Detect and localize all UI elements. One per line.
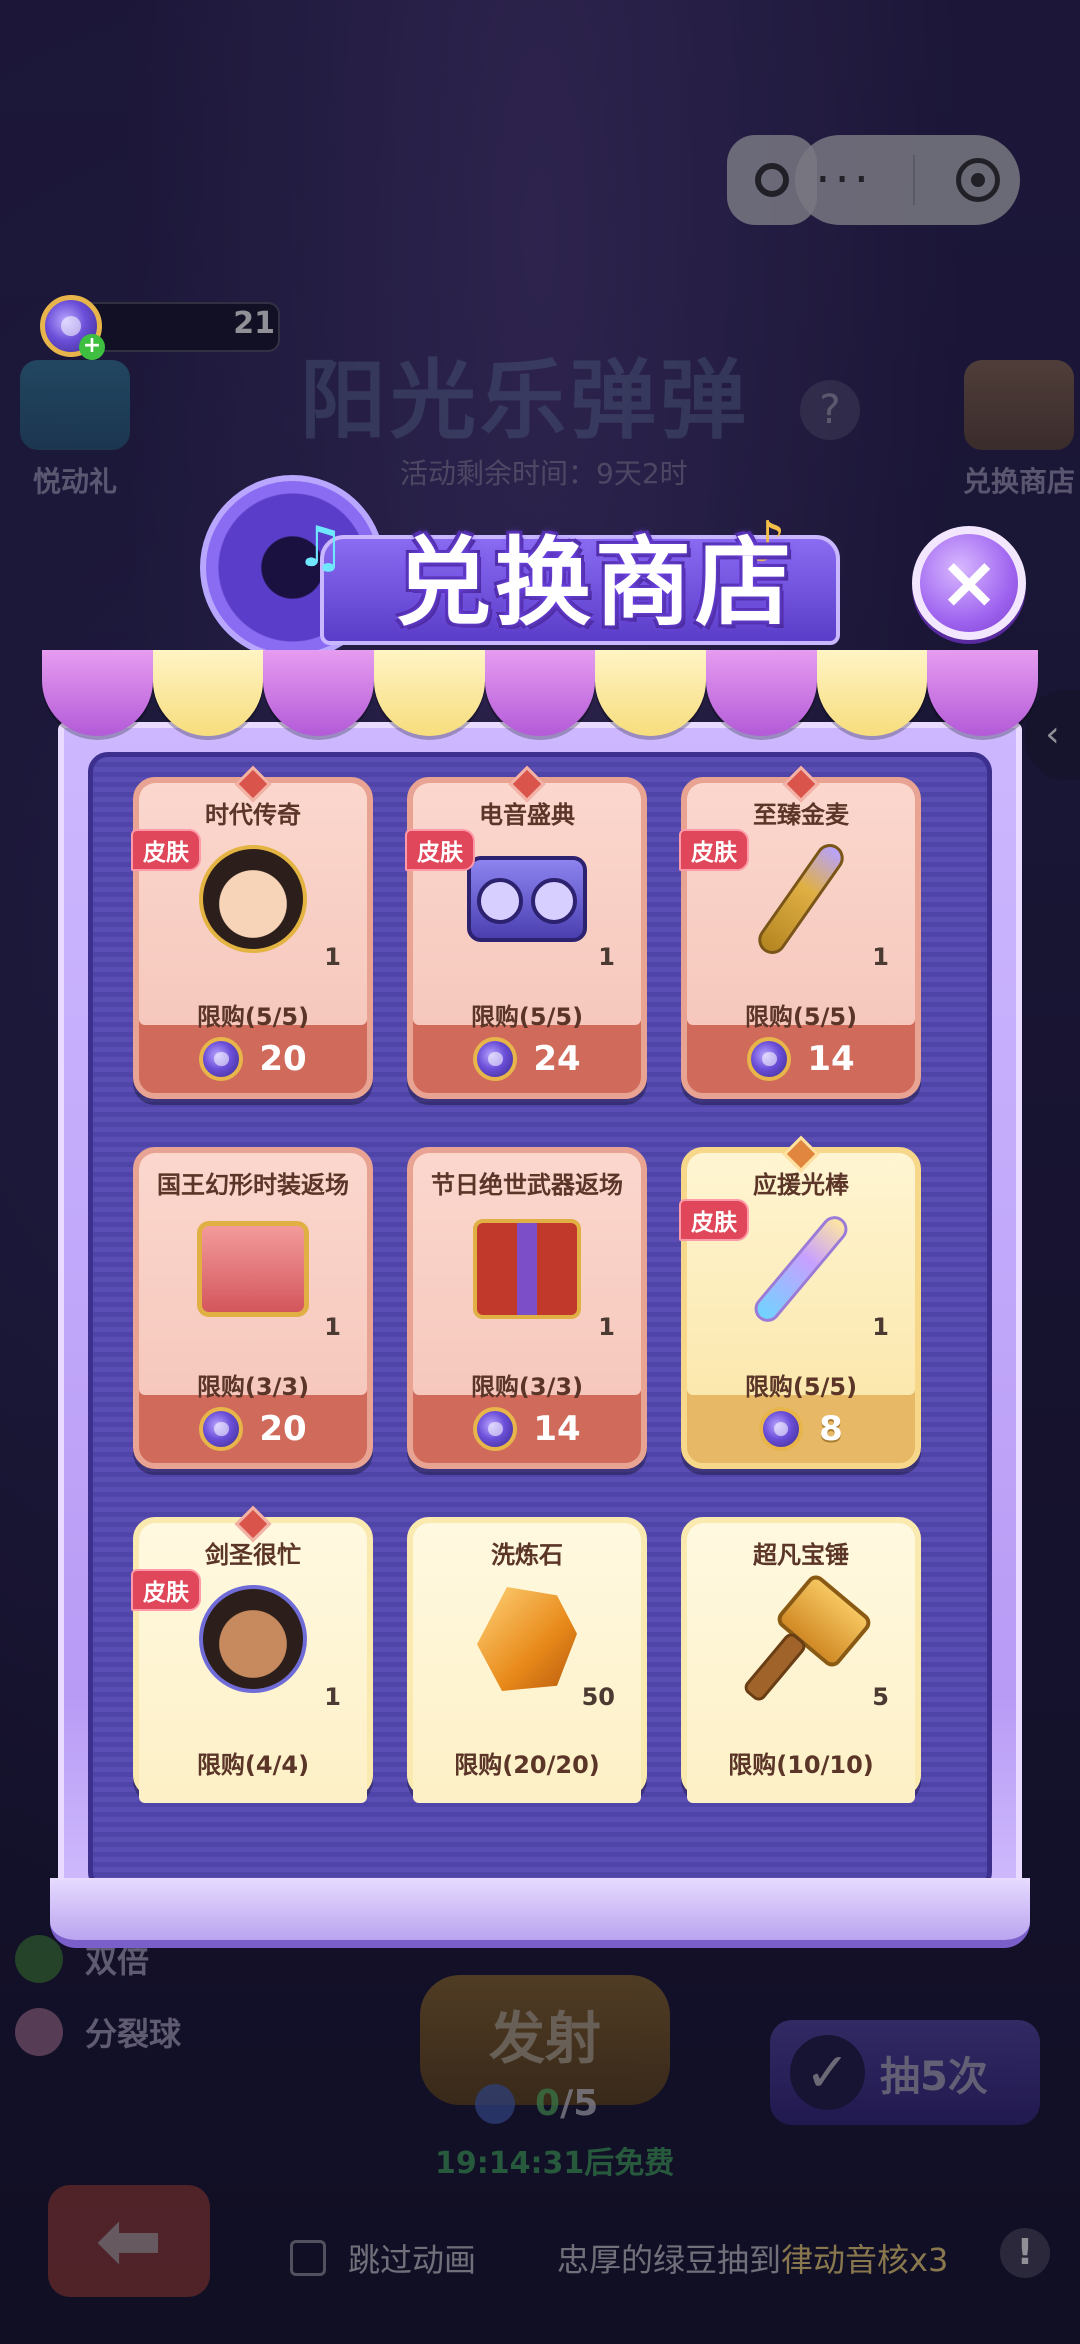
avatar-crown-icon [189,835,317,963]
close-button[interactable]: × [912,526,1026,640]
price-value: 20 [259,1409,307,1449]
shop-title: 兑换商店 [395,527,795,639]
purchase-limit: 限购(4/4) [196,1751,310,1779]
shop-awning [42,650,1039,736]
plus-icon: + [79,334,105,360]
item-quantity: 1 [324,1683,341,1711]
item-name: 洗炼石 [491,1541,563,1569]
item-quantity: 50 [581,1683,615,1711]
hammer-icon [737,1575,865,1703]
purchase-limit: 限购(10/10) [728,1751,874,1779]
shop-item-card[interactable]: 至臻金麦 皮肤 1 限购(5/5) 14 [679,765,921,1099]
shop-item-card[interactable]: 超凡宝锤 5 限购(10/10) [681,1517,921,1803]
microphone-icon [737,835,865,963]
shop-item-area[interactable]: 时代传奇 皮肤 1 限购(5/5) 20 电音盛典 皮肤 1 限购(5/5) 24 至臻金麦 皮肤… [88,752,992,1892]
awning-segment [595,650,707,736]
price-button[interactable]: 8 [687,1401,915,1457]
awning-segment [42,650,153,736]
item-quantity: 1 [324,943,341,971]
awning-segment [927,650,1039,736]
gem-icon [747,1037,792,1081]
purchase-limit: 限购(20/20) [454,1751,600,1779]
awning-segment [816,650,928,736]
cabinet-base [50,1878,1030,1948]
item-name: 电音盛典 [479,801,575,829]
gem-icon: + [40,295,105,360]
price-button[interactable]: 14 [687,1031,915,1087]
price-button[interactable]: 20 [139,1031,367,1087]
stone-icon [463,1575,591,1703]
shop-item-card[interactable]: 电音盛典 皮肤 1 限购(5/5) 24 [405,765,647,1099]
chest-icon [189,1205,317,1333]
shop-item-card[interactable]: 洗炼石 50 限购(20/20) [407,1517,647,1803]
skin-tag: 皮肤 [131,1569,201,1611]
purchase-limit: 限购(3/3) [196,1373,310,1401]
purchase-limit: 限购(3/3) [470,1373,584,1401]
item-quantity: 1 [324,1313,341,1341]
item-name: 应援光棒 [753,1171,849,1199]
awning-segment [263,650,375,736]
awning-segment [706,650,817,736]
price-value: 20 [259,1039,307,1079]
purchase-limit: 限购(5/5) [744,1003,858,1031]
skin-tag: 皮肤 [679,1199,749,1241]
item-name: 剑圣很忙 [205,1541,301,1569]
item-name: 超凡宝锤 [753,1541,849,1569]
price-value: 14 [533,1409,581,1449]
purchase-limit: 限购(5/5) [744,1373,858,1401]
gem-icon [199,1037,244,1081]
gem-icon [759,1407,804,1451]
shop-title-plate: ♫ ♪ 兑换商店 [185,455,845,665]
gem-icon [473,1407,518,1451]
awning-segment [152,650,264,736]
price-button[interactable]: 14 [413,1401,641,1457]
shop-item-card[interactable]: 应援光棒 皮肤 1 限购(5/5) 8 [679,1135,921,1469]
item-quantity: 1 [598,1313,615,1341]
item-quantity: 1 [872,943,889,971]
price-value: 24 [533,1039,581,1079]
glow-stick-icon [737,1205,865,1333]
awning-segment [374,650,485,736]
item-quantity: 1 [872,1313,889,1341]
price-button[interactable]: 20 [139,1401,367,1457]
awning-segment [484,650,596,736]
shop-item-card[interactable]: 国王幻形时装返场 1 限购(3/3) 20 [133,1147,373,1469]
item-quantity: 1 [598,943,615,971]
music-note-icon: ♫ [295,515,346,580]
item-quantity: 5 [872,1683,889,1711]
skin-tag: 皮肤 [679,829,749,871]
item-name: 时代传奇 [205,801,301,829]
purchase-limit: 限购(5/5) [196,1003,310,1031]
gem-icon [199,1407,244,1451]
skin-tag: 皮肤 [405,829,475,871]
shop-item-card[interactable]: 节日绝世武器返场 1 限购(3/3) 14 [407,1147,647,1469]
shop-item-card[interactable]: 时代传奇 皮肤 1 限购(5/5) 20 [131,765,373,1099]
gift-box-icon [463,1205,591,1333]
item-name: 节日绝世武器返场 [431,1171,623,1199]
exchange-shop-modal: ♫ ♪ 兑换商店 × 时代传奇 皮肤 1 限购(5/5) 20 电音盛典 皮肤 1 限购(5/… [0,0,1080,2000]
price-value: 14 [807,1039,855,1079]
shop-item-grid: 时代传奇 皮肤 1 限购(5/5) 20 电音盛典 皮肤 1 限购(5/5) 24 至臻金麦 皮肤… [131,765,961,1803]
shop-item-card[interactable]: 剑圣很忙 皮肤 1 限购(4/4) [131,1505,373,1803]
purchase-limit: 限购(5/5) [470,1003,584,1031]
skin-tag: 皮肤 [131,829,201,871]
price-value: 8 [819,1409,843,1449]
shop-cabinet: 时代传奇 皮肤 1 限购(5/5) 20 电音盛典 皮肤 1 限购(5/5) 24 至臻金麦 皮肤… [58,722,1022,1942]
gem-icon [473,1037,518,1081]
item-name: 至臻金麦 [753,801,849,829]
item-name: 国王幻形时装返场 [157,1171,349,1199]
swordsman-icon [189,1575,317,1703]
speaker-icon [463,835,591,963]
price-button[interactable]: 24 [413,1031,641,1087]
